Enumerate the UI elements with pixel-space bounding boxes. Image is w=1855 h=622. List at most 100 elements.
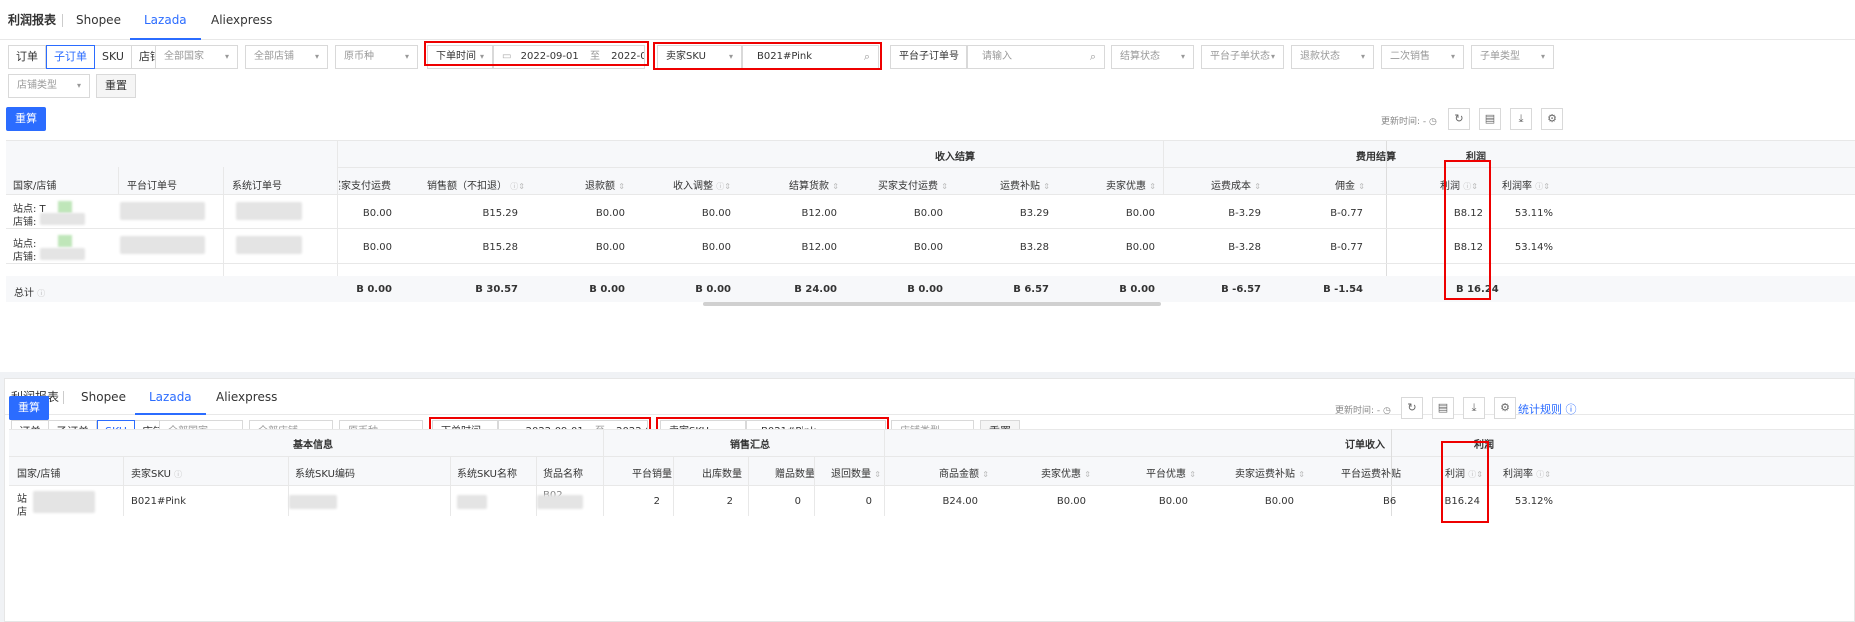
date-type-value: 下单时间 bbox=[436, 51, 476, 62]
download-icon[interactable]: ⤓ bbox=[1510, 108, 1532, 130]
col-seller-sku: 卖家SKU ⓘ bbox=[131, 465, 182, 480]
sort-icon[interactable]: ⇕ bbox=[1298, 470, 1305, 479]
tab-divider bbox=[62, 14, 63, 27]
redacted-platform-order bbox=[120, 202, 205, 220]
sku-type-select[interactable]: 卖家SKU ▾ bbox=[657, 45, 742, 69]
col-shipping-cost[interactable]: 运费成本 ⇕ bbox=[1211, 177, 1261, 192]
col-profit[interactable]: 利润 ⓘ⇕ bbox=[1445, 465, 1483, 480]
sort-icon[interactable]: ⇕ bbox=[941, 182, 948, 191]
columns-icon[interactable]: ▤ bbox=[1432, 397, 1454, 419]
shop-type-select[interactable]: 店铺类型 ▾ bbox=[8, 74, 90, 98]
search-icon[interactable]: ⌕ bbox=[1090, 46, 1096, 68]
help-icon[interactable]: ⓘ bbox=[174, 470, 182, 479]
settings-icon[interactable]: ⚙ bbox=[1494, 397, 1516, 419]
refresh-icon[interactable]: ↻ bbox=[1448, 108, 1470, 130]
sort-icon[interactable]: ⇕ bbox=[618, 182, 625, 191]
tab-aliexpress[interactable]: Aliexpress bbox=[211, 0, 272, 40]
reset-button[interactable]: 重置 bbox=[96, 74, 136, 98]
tab-lazada[interactable]: Lazada bbox=[135, 379, 206, 415]
col-buyer-shipping-2[interactable]: 买家支付运费 ⇕ bbox=[878, 177, 948, 192]
sort-icon[interactable]: ⇕ bbox=[1254, 182, 1261, 191]
col-seller-discount-label: 卖家优惠 bbox=[1041, 469, 1081, 480]
recalculate-button[interactable]: 重算 bbox=[6, 107, 46, 131]
resale-select[interactable]: 二次销售 ▾ bbox=[1381, 45, 1464, 69]
sub-order-input[interactable]: 请输入 ⌕ bbox=[967, 45, 1105, 69]
col-platform-discount[interactable]: 平台优惠 ⇕ bbox=[1146, 465, 1196, 480]
sort-icon[interactable]: ⇕ bbox=[1043, 182, 1050, 191]
sort-icon[interactable]: ⇕ bbox=[1471, 182, 1478, 191]
columns-icon[interactable]: ▤ bbox=[1479, 108, 1501, 130]
view-sub-order[interactable]: 子订单 bbox=[46, 45, 95, 69]
help-icon[interactable]: ⓘ bbox=[716, 182, 724, 191]
col-settlement-payment[interactable]: 结算货款 ⇕ bbox=[789, 177, 839, 192]
total-label: 总计 ⓘ bbox=[14, 284, 45, 299]
recalc-button[interactable]: 重算 bbox=[9, 396, 49, 420]
settings-icon[interactable]: ⚙ bbox=[1541, 108, 1563, 130]
col-return-qty[interactable]: 退回数量 ⇕ bbox=[831, 465, 881, 480]
col-goods-amount[interactable]: 商品金额 ⇕ bbox=[939, 465, 989, 480]
platform-sub-status-select[interactable]: 平台子单状态 ▾ bbox=[1201, 45, 1284, 69]
sort-icon[interactable]: ⇕ bbox=[724, 182, 731, 191]
tab-aliexpress[interactable]: Aliexpress bbox=[216, 379, 277, 415]
col-profit-rate[interactable]: 利润率 ⓘ⇕ bbox=[1503, 465, 1551, 480]
col-divider bbox=[884, 429, 885, 516]
sort-icon[interactable]: ⇕ bbox=[982, 470, 989, 479]
col-profit-rate[interactable]: 利润率 ⓘ⇕ bbox=[1502, 177, 1550, 192]
sort-icon[interactable]: ⇕ bbox=[1544, 470, 1551, 479]
tab-lazada[interactable]: Lazada bbox=[130, 0, 201, 40]
view-order[interactable]: 订单 bbox=[9, 46, 46, 68]
view-sku[interactable]: SKU bbox=[95, 46, 132, 68]
sort-icon[interactable]: ⇕ bbox=[1189, 470, 1196, 479]
download-icon[interactable]: ⤓ bbox=[1463, 397, 1485, 419]
refund-status-select[interactable]: 退款状态 ▾ bbox=[1291, 45, 1374, 69]
country-select[interactable]: 全部国家 ▾ bbox=[155, 45, 238, 69]
col-platform-shipping-subsidy: 平台运费补贴 bbox=[1341, 469, 1401, 480]
sort-icon[interactable]: ⇕ bbox=[1476, 470, 1483, 479]
help-icon[interactable]: ⓘ bbox=[510, 182, 518, 191]
sort-icon[interactable]: ⇕ bbox=[518, 182, 525, 191]
help-icon[interactable]: ⓘ bbox=[1463, 182, 1471, 191]
help-icon[interactable]: ⓘ bbox=[1536, 470, 1544, 479]
col-seller-discount[interactable]: 卖家优惠 ⇕ bbox=[1041, 465, 1091, 480]
total-shipping-subsidy: B 6.57 bbox=[1013, 284, 1049, 295]
refresh-icon[interactable]: ↻ bbox=[1401, 397, 1423, 419]
help-icon[interactable]: ⓘ bbox=[37, 289, 45, 298]
currency-select[interactable]: 原币种 ▾ bbox=[335, 45, 418, 69]
col-shipping-subsidy[interactable]: 运费补贴 ⇕ bbox=[1000, 177, 1050, 192]
sort-icon[interactable]: ⇕ bbox=[1084, 470, 1091, 479]
search-icon[interactable]: ⌕ bbox=[864, 46, 870, 68]
col-income-adjust-label: 收入调整 bbox=[673, 181, 713, 192]
sub-order-field-select[interactable]: 平台子订单号 ▾ bbox=[890, 45, 967, 69]
col-seller-discount[interactable]: 卖家优惠 ⇕ bbox=[1106, 177, 1156, 192]
tab-shopee[interactable]: Shopee bbox=[76, 0, 121, 40]
settlement-status-select[interactable]: 结算状态 ▾ bbox=[1111, 45, 1194, 69]
date-range-picker[interactable]: ▭ 2022-09-01 至 2022-09-01 bbox=[493, 45, 645, 69]
sub-order-type-select[interactable]: 子单类型 ▾ bbox=[1471, 45, 1554, 69]
tab-profit-report[interactable]: 利润报表 bbox=[8, 0, 56, 40]
sort-icon[interactable]: ⇕ bbox=[1543, 182, 1550, 191]
sort-icon[interactable]: ⇕ bbox=[1149, 182, 1156, 191]
help-icon[interactable]: ⓘ bbox=[1535, 182, 1543, 191]
redacted-sku-name bbox=[457, 495, 487, 509]
sort-icon[interactable]: ⇕ bbox=[874, 470, 881, 479]
shop-select[interactable]: 全部店铺 ▾ bbox=[245, 45, 328, 69]
sort-icon[interactable]: ⇕ bbox=[832, 182, 839, 191]
sku-search-input[interactable]: B021#Pink ⌕ bbox=[742, 45, 879, 69]
col-buyer-shipping[interactable]: 买家支付运费 ⇕ bbox=[339, 177, 391, 192]
help-icon[interactable]: ⓘ bbox=[1468, 470, 1476, 479]
col-refund[interactable]: 退款额 ⇕ bbox=[585, 177, 625, 192]
date-separator: 至 bbox=[589, 51, 600, 62]
sort-icon[interactable]: ⇕ bbox=[1358, 182, 1365, 191]
col-sales-amount[interactable]: 销售额（不扣退） ⓘ⇕ bbox=[427, 177, 525, 192]
col-income-adjust[interactable]: 收入调整 ⓘ⇕ bbox=[673, 177, 731, 192]
total-label-text: 总计 bbox=[14, 288, 34, 299]
cell-commission: B-0.77 bbox=[1330, 242, 1363, 253]
col-profit[interactable]: 利润 ⓘ⇕ bbox=[1440, 177, 1478, 192]
col-seller-shipping-subsidy[interactable]: 卖家运费补贴 ⇕ bbox=[1235, 465, 1305, 480]
tab-shopee[interactable]: Shopee bbox=[81, 379, 126, 415]
date-type-select[interactable]: 下单时间▾ bbox=[427, 45, 493, 69]
col-commission[interactable]: 佣金 ⇕ bbox=[1335, 177, 1365, 192]
statistics-rules-link[interactable]: 统计规则 ⓘ bbox=[1518, 401, 1577, 417]
horizontal-scrollbar[interactable] bbox=[703, 302, 1161, 306]
col-commission-label: 佣金 bbox=[1335, 181, 1355, 192]
